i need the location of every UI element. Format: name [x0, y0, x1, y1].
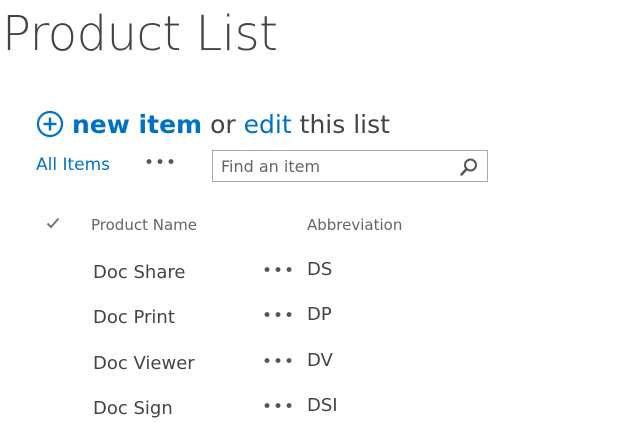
table-row[interactable]: Doc Viewer ••• DV: [0, 345, 636, 389]
table-row[interactable]: Doc Share ••• DS: [0, 254, 636, 298]
new-item-link[interactable]: new item: [72, 110, 202, 139]
search-icon[interactable]: [459, 157, 479, 177]
checkmark-icon[interactable]: [44, 214, 62, 232]
product-name-cell[interactable]: Doc Viewer: [93, 353, 195, 374]
all-items-view-link[interactable]: All Items: [36, 155, 110, 175]
plus-circle-icon[interactable]: [36, 110, 64, 138]
edit-list-link[interactable]: edit: [244, 110, 292, 139]
views-bar: All Items •••: [36, 150, 496, 184]
column-header-product-name[interactable]: Product Name: [91, 216, 197, 234]
table-row[interactable]: Doc Print ••• DP: [0, 299, 636, 343]
or-text: or: [210, 109, 236, 139]
column-header-abbreviation[interactable]: Abbreviation: [307, 216, 402, 234]
abbreviation-cell: DV: [307, 350, 333, 371]
page-title: Product List: [2, 6, 278, 62]
row-menu-ellipsis[interactable]: •••: [262, 397, 295, 417]
new-item-bar: new item or edit this list: [36, 106, 390, 142]
search-input[interactable]: [221, 151, 451, 181]
this-list-text: this list: [299, 109, 390, 139]
product-name-cell[interactable]: Doc Sign: [93, 398, 173, 419]
product-name-cell[interactable]: Doc Share: [93, 262, 185, 283]
view-more-ellipsis[interactable]: •••: [144, 153, 177, 173]
row-menu-ellipsis[interactable]: •••: [262, 261, 295, 281]
abbreviation-cell: DS: [307, 259, 333, 280]
product-name-cell[interactable]: Doc Print: [93, 307, 175, 328]
search-box: [212, 150, 488, 182]
table-row[interactable]: Doc Sign ••• DSI: [0, 390, 636, 434]
abbreviation-cell: DP: [307, 304, 332, 325]
row-menu-ellipsis[interactable]: •••: [262, 306, 295, 326]
row-menu-ellipsis[interactable]: •••: [262, 352, 295, 372]
abbreviation-cell: DSI: [307, 395, 338, 416]
